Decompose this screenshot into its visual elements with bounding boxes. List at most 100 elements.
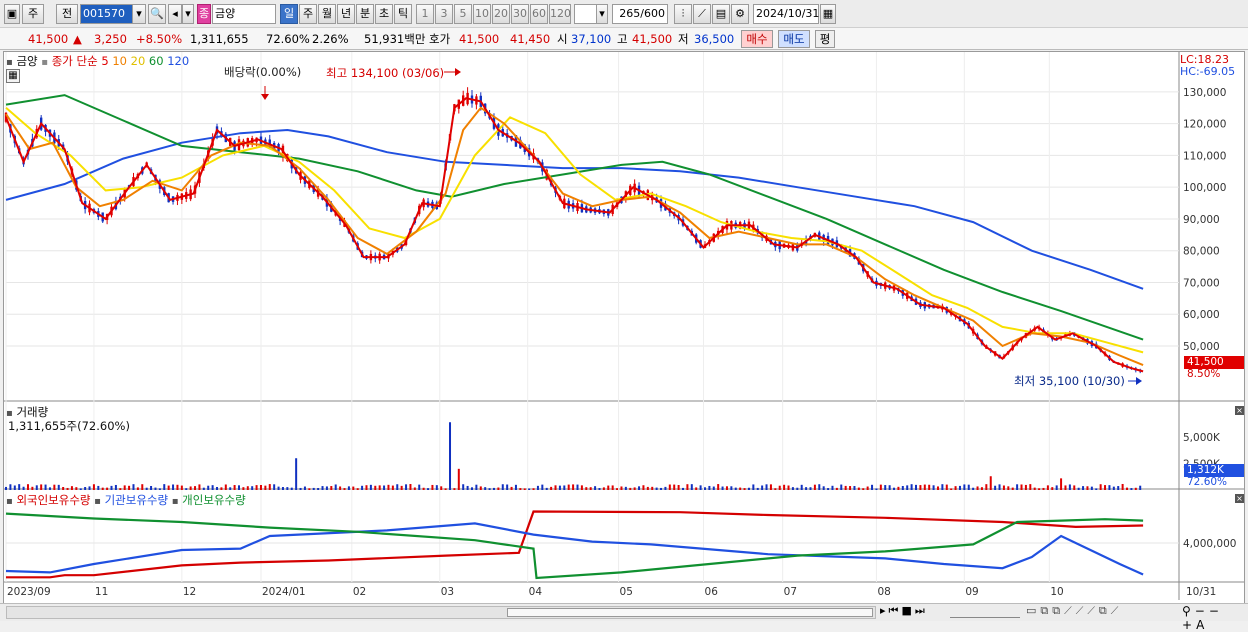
close-icon[interactable]: × (1235, 406, 1244, 415)
volume-bar (739, 487, 742, 490)
volume-bar (224, 484, 227, 490)
tool-icon-1[interactable]: ▭ (1026, 604, 1040, 617)
next-icon[interactable]: ▸ (880, 604, 889, 617)
interval-dropdown-icon[interactable]: ▾ (596, 4, 608, 24)
period-week-button[interactable]: 주 (299, 4, 317, 24)
stop-icon[interactable]: ■ (901, 604, 914, 617)
x-axis-label: 2023/09 (7, 586, 51, 598)
volume-bar (418, 484, 421, 490)
search-icon[interactable]: 🔍 (148, 4, 166, 24)
institution-legend: 기관보유수량 (104, 493, 169, 507)
speaker-dropdown-icon[interactable]: ▾ (182, 4, 194, 24)
dividend-arrow-head (261, 94, 269, 100)
chart-area[interactable]: 50,000 60,000 70,000 80,000 90,000 100,000 110… (3, 51, 1245, 604)
eval-button[interactable]: 평 (815, 30, 835, 48)
panel-drag-icon[interactable]: ▪ (6, 57, 13, 68)
interval-3-button[interactable]: 3 (435, 4, 453, 24)
panel-drag-icon-4[interactable]: ▪ (6, 496, 13, 507)
volume-bar (721, 486, 724, 490)
zoom-slider[interactable] (950, 606, 1020, 618)
volume-bar (1042, 487, 1045, 490)
speaker-icon[interactable]: ◂ (168, 4, 182, 24)
close-icon-2[interactable]: × (1235, 494, 1244, 503)
forward-icon[interactable]: ⏭ (915, 604, 928, 617)
price-change-pct: +8.50% (136, 32, 183, 46)
divider (48, 4, 54, 24)
volume-bar (431, 484, 434, 490)
stock-name-field[interactable]: 금양 (212, 4, 276, 24)
font-size-icon[interactable]: A (1196, 618, 1208, 632)
zoom-in-icon[interactable]: + (1182, 618, 1196, 632)
volume-bar (44, 484, 47, 490)
zoom-out-icon[interactable]: − (1195, 604, 1209, 618)
calendar-icon[interactable]: ▦ (820, 4, 836, 24)
volume-bar (35, 485, 38, 490)
mode-prev-button[interactable]: 전 (56, 4, 78, 24)
interval-60-button[interactable]: 60 (530, 4, 548, 24)
interval-1-button[interactable]: 1 (416, 4, 434, 24)
period-day-button[interactable]: 일 (280, 4, 298, 24)
tool-icon-8[interactable]: ⟋ (1111, 604, 1123, 617)
volume-bar (62, 487, 65, 490)
last-pct-tag: 8.50% (1187, 368, 1221, 380)
interval-5-button[interactable]: 5 (454, 4, 472, 24)
panel-drag-icon-2[interactable]: ▪ (41, 57, 48, 68)
volume-bar (994, 485, 997, 490)
x-axis-label: 11 (95, 586, 108, 598)
panel-drag-icon-5[interactable]: ▪ (94, 496, 101, 507)
zoom-reset-icon[interactable]: − (1209, 604, 1223, 618)
candle-icon[interactable]: ⫶ (674, 4, 692, 24)
sell-button[interactable]: 매도 (778, 30, 810, 48)
gear-icon[interactable]: ⚙ (731, 4, 749, 24)
save-icon[interactable]: ▤ (712, 4, 730, 24)
window-menu-icon[interactable]: ▣ (4, 4, 20, 24)
volume-bar (400, 485, 403, 490)
period-second-button[interactable]: 초 (375, 4, 393, 24)
ma5-label: 5 (101, 54, 109, 68)
table-view-icon[interactable]: ▦ (6, 69, 20, 83)
rewind-icon[interactable]: ⏮ (889, 604, 902, 617)
code-dropdown-icon[interactable]: ▾ (132, 4, 146, 24)
line-draw-icon[interactable]: ⟋ (693, 4, 711, 24)
volume-bar (189, 486, 192, 490)
price-tick-label: 130,000 (1183, 87, 1226, 99)
ma120-label: 120 (167, 54, 190, 68)
tool-icon-3[interactable]: ⧉ (1052, 604, 1064, 617)
mode-main-button[interactable]: 주 (22, 4, 44, 24)
volume-bar (602, 487, 605, 490)
panel-drag-icon-6[interactable]: ▪ (172, 496, 179, 507)
volume-bar (1095, 488, 1098, 490)
price-tick-label: 80,000 (1183, 246, 1220, 258)
period-year-button[interactable]: 년 (337, 4, 355, 24)
tool-icon-5[interactable]: ⟋ (1076, 604, 1088, 617)
period-month-button[interactable]: 월 (318, 4, 336, 24)
volume-bar (1007, 486, 1010, 490)
volume-bar (563, 485, 566, 490)
scrollbar-thumb[interactable] (507, 608, 873, 617)
horizontal-scrollbar[interactable] (6, 606, 876, 619)
volume-bar (791, 487, 794, 490)
volume-bar (101, 487, 104, 490)
buy-button[interactable]: 매수 (741, 30, 773, 48)
period-tick-button[interactable]: 틱 (394, 4, 412, 24)
volume-bar (1126, 487, 1129, 490)
volume-bar (1086, 486, 1089, 490)
count-field[interactable]: 265/600 (612, 4, 668, 24)
interval-20-button[interactable]: 20 (492, 4, 510, 24)
volume-bar (708, 485, 711, 490)
tool-icon-4[interactable]: ⟋ (1064, 604, 1076, 617)
zoom-search-icon[interactable]: ⚲ (1182, 604, 1195, 618)
period-minute-button[interactable]: 분 (356, 4, 374, 24)
interval-10-button[interactable]: 10 (473, 4, 491, 24)
tool-icon-7[interactable]: ⧉ (1099, 604, 1111, 617)
tool-icon-2[interactable]: ⧉ (1040, 604, 1052, 617)
interval-30-button[interactable]: 30 (511, 4, 529, 24)
volume-bar (216, 486, 219, 490)
interval-120-button[interactable]: 120 (549, 4, 571, 24)
volume-bar (79, 488, 82, 490)
ma10-label: 10 (112, 54, 127, 68)
volume-bar (237, 485, 240, 490)
volume-bar (194, 486, 197, 490)
tool-icon-6[interactable]: ⟋ (1087, 604, 1099, 617)
date-input[interactable]: 2024/10/31 (753, 4, 819, 24)
